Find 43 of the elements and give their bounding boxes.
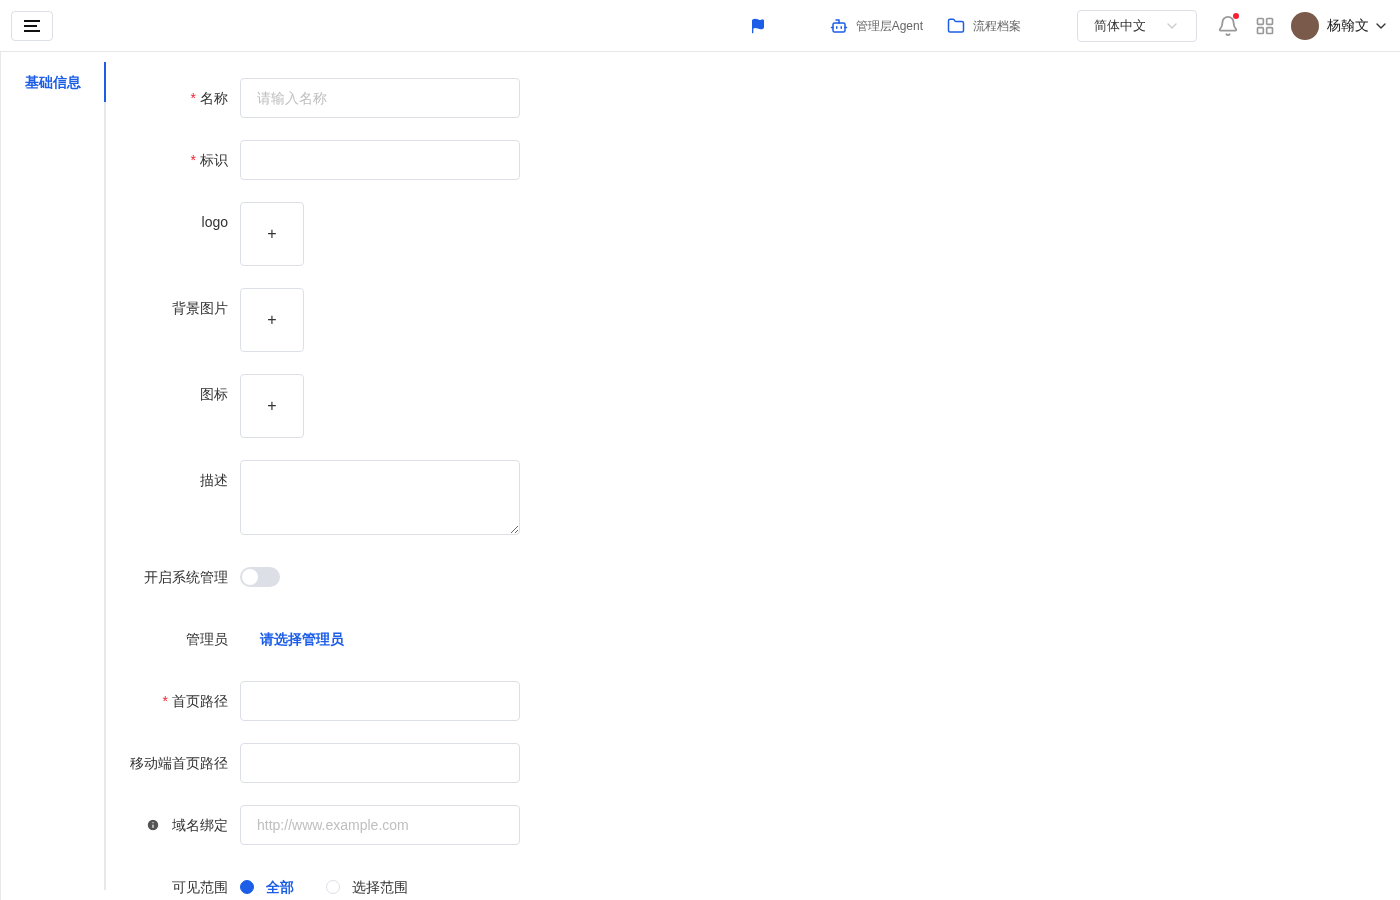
toggle-switch[interactable] bbox=[240, 567, 280, 587]
menu-icon bbox=[24, 19, 40, 32]
field-label: 图标 bbox=[200, 384, 228, 404]
nav-link[interactable]: 流程档案 bbox=[947, 16, 1021, 35]
field-label: 域名绑定 bbox=[172, 815, 228, 835]
input-field[interactable]: 请输入名称 bbox=[240, 78, 520, 118]
upload-button[interactable]: + bbox=[240, 202, 304, 266]
nav-link[interactable]: 管理层Agent bbox=[829, 16, 923, 35]
upload-button[interactable]: + bbox=[240, 374, 304, 438]
field-label: 背景图片 bbox=[172, 298, 228, 318]
field-label: 可见范围 bbox=[172, 877, 228, 897]
field-label: 开启系统管理 bbox=[144, 567, 228, 587]
apps-icon[interactable] bbox=[1255, 15, 1275, 36]
required-mark: * bbox=[162, 691, 168, 711]
user-name[interactable]: 杨翰文 bbox=[1327, 15, 1369, 36]
avatar[interactable] bbox=[1291, 11, 1319, 40]
input-field[interactable]: http://www.example.com bbox=[240, 805, 520, 845]
required-mark: * bbox=[190, 88, 196, 108]
description-field[interactable] bbox=[240, 460, 520, 535]
field-label: 名称 bbox=[200, 88, 228, 108]
field-label: logo bbox=[201, 212, 228, 232]
upload-button[interactable]: + bbox=[240, 288, 304, 352]
required-mark: * bbox=[190, 150, 196, 170]
folder-icon bbox=[947, 16, 965, 35]
input-field[interactable] bbox=[240, 681, 520, 721]
flag-icon[interactable] bbox=[749, 17, 766, 34]
field-label: 标识 bbox=[200, 150, 228, 170]
radio-label: 全部 bbox=[266, 877, 294, 897]
field-label: 描述 bbox=[200, 470, 228, 490]
select-admin-link[interactable]: 请选择管理员 bbox=[260, 628, 344, 650]
menu-button[interactable] bbox=[11, 10, 53, 41]
notification-button[interactable] bbox=[1217, 14, 1239, 37]
field-label: 首页路径 bbox=[172, 691, 228, 711]
radio-button[interactable] bbox=[240, 880, 254, 894]
radio-label: 选择范围 bbox=[352, 877, 408, 897]
bell-icon bbox=[1217, 14, 1239, 37]
language-select[interactable]: 简体中文 bbox=[1077, 9, 1197, 42]
robot-icon bbox=[829, 16, 848, 35]
field-label: 移动端首页路径 bbox=[130, 753, 228, 773]
input-field[interactable] bbox=[240, 743, 520, 783]
input-field[interactable] bbox=[240, 140, 520, 180]
sidebar-tab[interactable]: 基础信息 bbox=[1, 62, 106, 102]
field-label: 管理员 bbox=[186, 629, 228, 649]
